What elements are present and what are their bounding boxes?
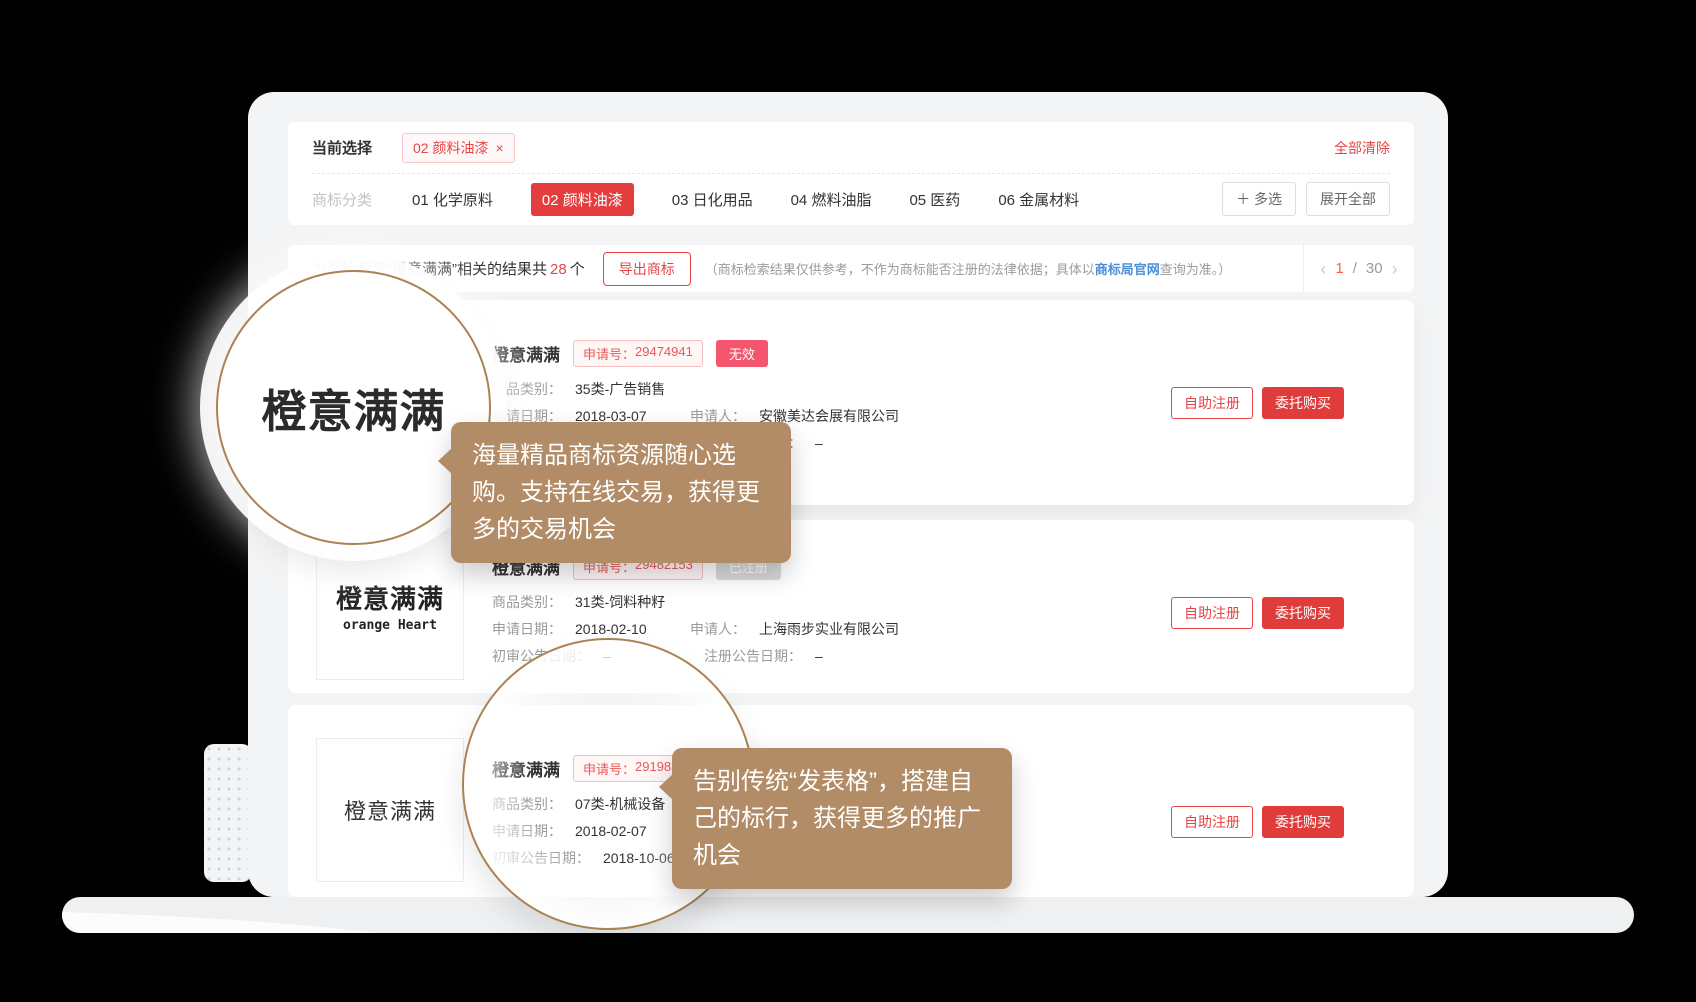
results-unit: 个 (570, 261, 585, 278)
trademark-office-link[interactable]: 商标局官网 (1095, 262, 1160, 277)
category-item-02-active[interactable]: 02 颜料油漆 (531, 183, 634, 216)
tooltip-promotion: 告别传统“发表格”，搭建自己的标行，获得更多的推广机会 (672, 748, 1012, 889)
pagination: ‹ 1 / 30 › (1303, 245, 1414, 292)
status-badge: 无效 (716, 340, 768, 367)
results-count: 28 (550, 261, 567, 278)
multi-select-button[interactable]: ＋ 多选 (1222, 182, 1296, 216)
export-trademarks-button[interactable]: 导出商标 (603, 252, 691, 286)
category-item-03[interactable]: 03 日化用品 (672, 189, 753, 210)
selected-filter-tag[interactable]: 02 颜料油漆 × (402, 133, 515, 163)
category-item-01[interactable]: 01 化学原料 (412, 189, 493, 210)
category-label: 商品类别： (492, 380, 562, 399)
category-item-06[interactable]: 06 金属材料 (998, 189, 1079, 210)
filter-panel: 当前选择 02 颜料油漆 × 全部清除 商标分类 01 化学原料 02 颜料油漆… (288, 122, 1414, 225)
title-line: 橙意满满 申请号：29474941 无效 (492, 340, 1414, 367)
laptop-base (62, 897, 1634, 933)
magnifier-circle: 橙意满满 (216, 270, 491, 545)
apply-date-value: 2018-02-10 (575, 620, 690, 639)
page-separator: / (1353, 260, 1357, 277)
dotted-decoration (204, 744, 252, 882)
application-number-value: 29474941 (635, 344, 693, 363)
category-item-05[interactable]: 05 医药 (909, 189, 960, 210)
reg-pub-value: – (815, 647, 823, 666)
trademark-image-3[interactable]: 橙意满满 (316, 738, 464, 882)
category-list: 01 化学原料 02 颜料油漆 03 日化用品 04 燃料油脂 05 医药 06… (412, 183, 1079, 216)
remove-tag-icon[interactable]: × (495, 140, 503, 156)
entrusted-purchase-button[interactable]: 委托购买 (1262, 387, 1344, 419)
page-next-icon[interactable]: › (1392, 260, 1398, 278)
trademark-image-text: 橙意满满 (344, 794, 436, 826)
category-actions: ＋ 多选 展开全部 (1222, 182, 1390, 216)
category-item-04[interactable]: 04 燃料油脂 (791, 189, 872, 210)
current-selection-row: 当前选择 02 颜料油漆 × 全部清除 (288, 122, 1414, 173)
expand-all-button[interactable]: 展开全部 (1306, 182, 1390, 216)
row-actions: 自助注册 委托购买 (1171, 387, 1344, 419)
trademark-search-mockup: 当前选择 02 颜料油漆 × 全部清除 商标分类 01 化学原料 02 颜料油漆… (0, 0, 1696, 1002)
category-value: 31类-饲料种籽 (575, 593, 665, 612)
category-row: 商标分类 01 化学原料 02 颜料油漆 03 日化用品 04 燃料油脂 05 … (288, 174, 1414, 224)
results-header: 为您检索到“橙意满满”相关的结果共28个 导出商标 （商标检索结果仅供参考，不作… (288, 245, 1414, 292)
reg-pub-value: – (815, 434, 823, 453)
category-label: 商品类别： (492, 593, 562, 612)
self-register-button[interactable]: 自助注册 (1171, 806, 1253, 838)
entrusted-purchase-button[interactable]: 委托购买 (1262, 597, 1344, 629)
trademark-name[interactable]: 橙意满满 (492, 341, 560, 366)
self-register-button[interactable]: 自助注册 (1171, 387, 1253, 419)
selected-filter-tag-label: 02 颜料油漆 (413, 138, 488, 158)
clear-all-link[interactable]: 全部清除 (1334, 138, 1390, 158)
disclaimer-post: 查询为准。） (1160, 262, 1232, 277)
trademark-image-subtext: orange Heart (343, 618, 437, 633)
tooltip-marketplace: 海量精品商标资源随心选购。支持在线交易，获得更多的交易机会 (451, 422, 791, 563)
apply-date-label: 申请日期： (492, 620, 562, 639)
page-current: 1 (1335, 260, 1343, 277)
entrusted-purchase-button[interactable]: 委托购买 (1262, 806, 1344, 838)
disclaimer-pre: （商标检索结果仅供参考，不作为商标能否注册的法律依据；具体以 (705, 262, 1095, 277)
category-value: 35类-广告销售 (575, 380, 665, 399)
application-number-tag: 申请号：29474941 (573, 340, 703, 367)
page-prev-icon[interactable]: ‹ (1320, 260, 1326, 278)
application-number-label: 申请号： (583, 344, 635, 363)
applicant-label: 申请人： (690, 620, 746, 639)
applicant-value: 上海雨步实业有限公司 (759, 620, 899, 639)
magnified-trademark-text: 橙意满满 (261, 375, 445, 440)
self-register-button[interactable]: 自助注册 (1171, 597, 1253, 629)
row-actions: 自助注册 委托购买 (1171, 806, 1344, 838)
current-selection-label: 当前选择 (312, 137, 372, 158)
disclaimer-note: （商标检索结果仅供参考，不作为商标能否注册的法律依据；具体以商标局官网查询为准。… (705, 259, 1232, 278)
reg-pub-label: 注册公告日期： (704, 647, 802, 666)
trademark-image-2[interactable]: 橙意满满 orange Heart (316, 532, 464, 680)
trademark-image-text: 橙意满满 (336, 579, 444, 616)
category-row-label: 商标分类 (312, 189, 372, 210)
row-actions: 自助注册 委托购买 (1171, 597, 1344, 629)
page-total: 30 (1366, 260, 1383, 277)
